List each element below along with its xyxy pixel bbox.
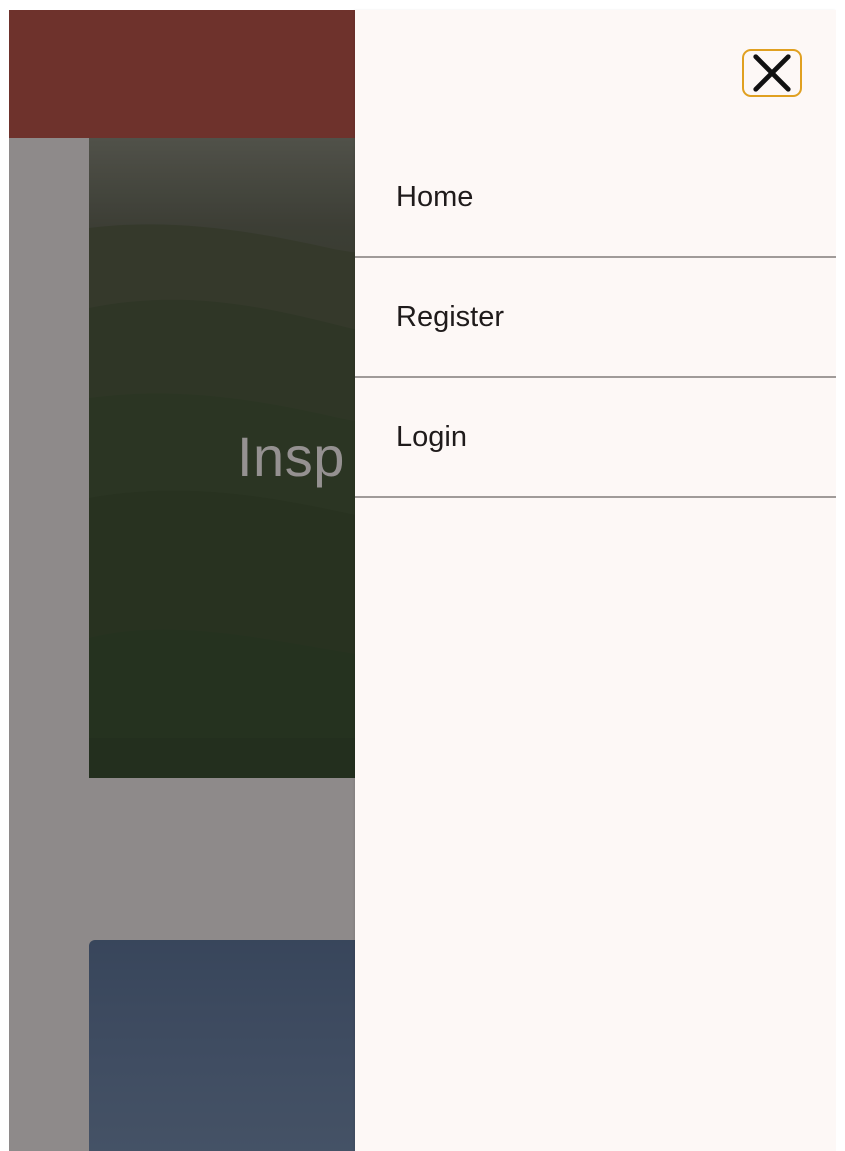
- drawer-nav-list: Home Register Login: [355, 138, 836, 498]
- nav-item-register[interactable]: Register: [355, 258, 836, 378]
- window-edge: [836, 0, 845, 1151]
- navigation-drawer: Home Register Login: [355, 10, 836, 1151]
- nav-item-label: Home: [396, 180, 474, 213]
- nav-item-home[interactable]: Home: [355, 138, 836, 258]
- close-drawer-button[interactable]: [742, 49, 802, 97]
- nav-item-login[interactable]: Login: [355, 378, 836, 498]
- close-icon: [753, 54, 791, 92]
- nav-item-label: Login: [396, 420, 467, 453]
- nav-item-label: Register: [396, 300, 504, 333]
